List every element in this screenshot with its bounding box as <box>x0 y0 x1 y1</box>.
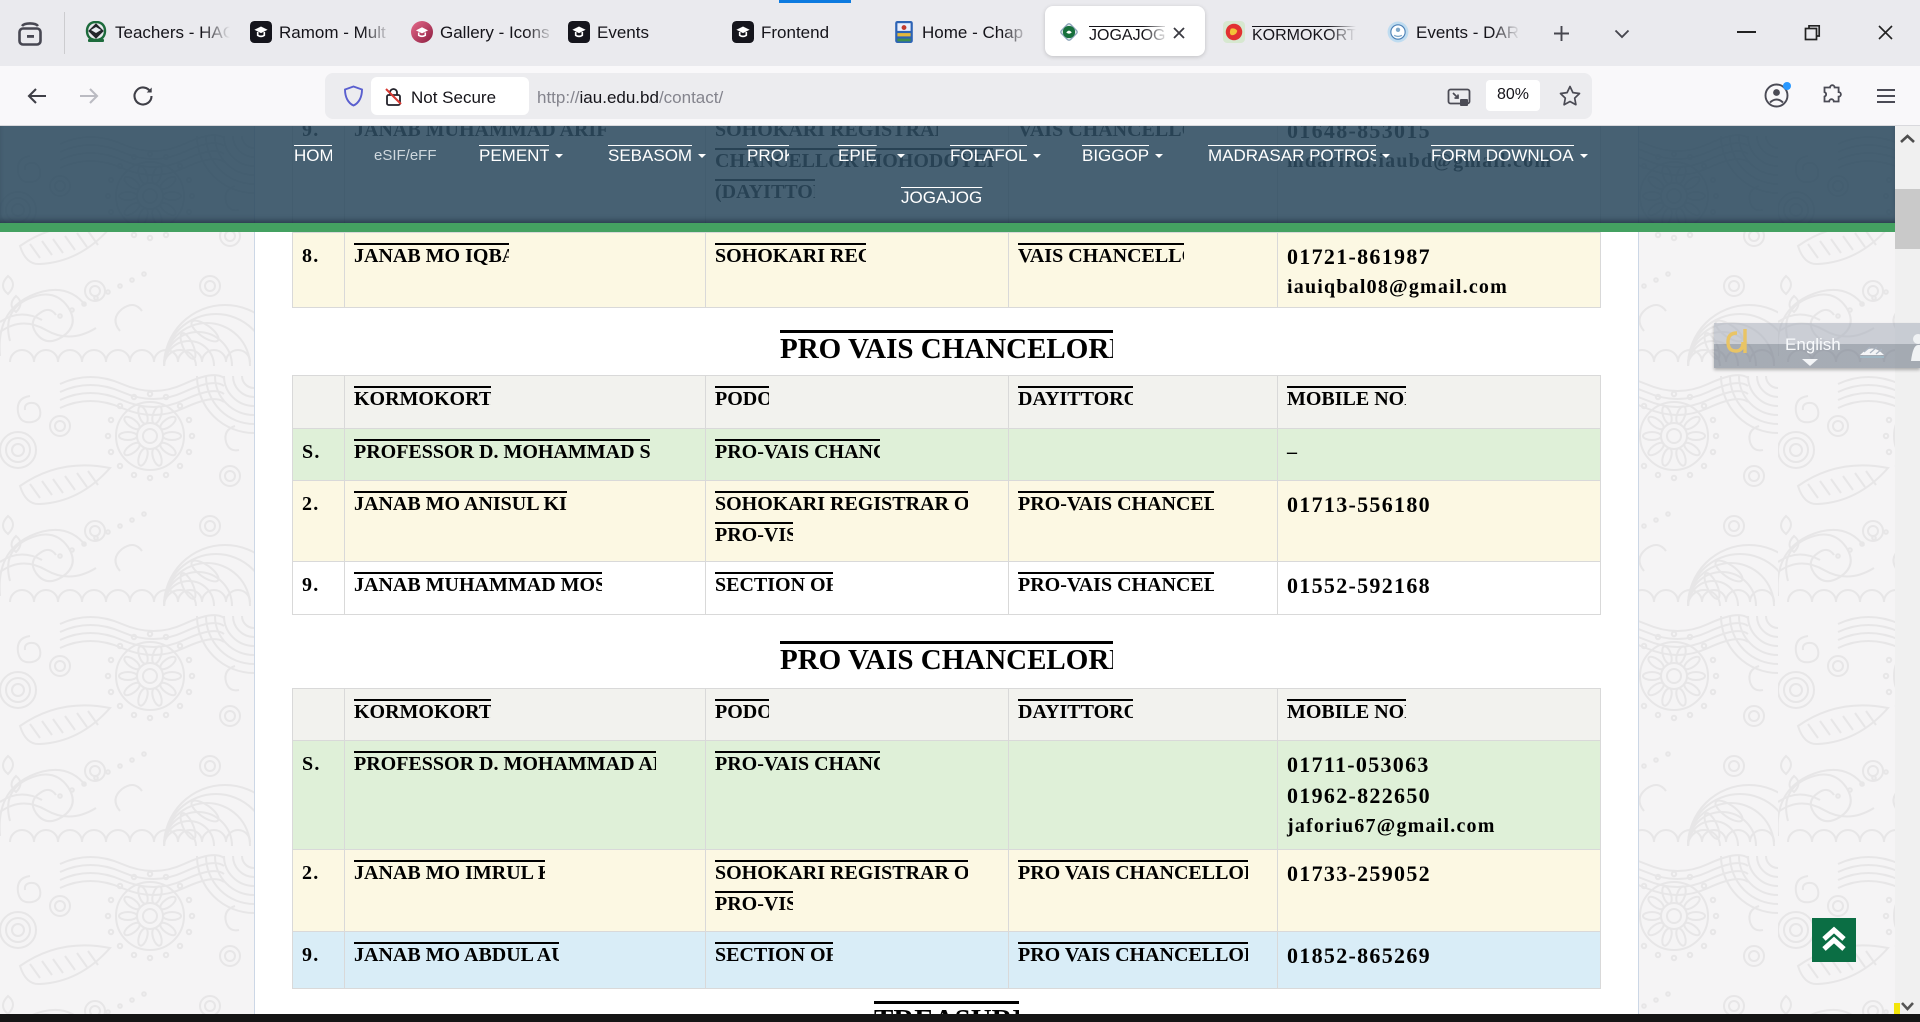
svg-text:English: English <box>1785 335 1841 354</box>
